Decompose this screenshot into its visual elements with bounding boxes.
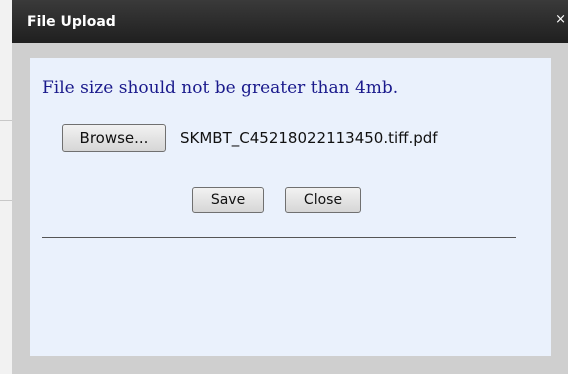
background-divider [0,200,12,201]
file-upload-dialog: File Upload × File size should not be gr… [12,0,568,374]
background-divider [0,120,12,121]
dialog-content: File size should not be greater than 4mb… [30,58,551,356]
divider [42,237,516,238]
close-button[interactable]: Close [285,187,361,213]
background-page [0,0,12,374]
save-button[interactable]: Save [192,187,264,213]
close-icon[interactable]: × [555,12,566,27]
browse-button[interactable]: Browse... [62,124,166,152]
file-size-notice: File size should not be greater than 4mb… [42,78,399,98]
dialog-title: File Upload [27,14,116,30]
selected-file-name: SKMBT_C45218022113450.tiff.pdf [180,129,438,147]
dialog-titlebar: File Upload × [12,0,568,43]
